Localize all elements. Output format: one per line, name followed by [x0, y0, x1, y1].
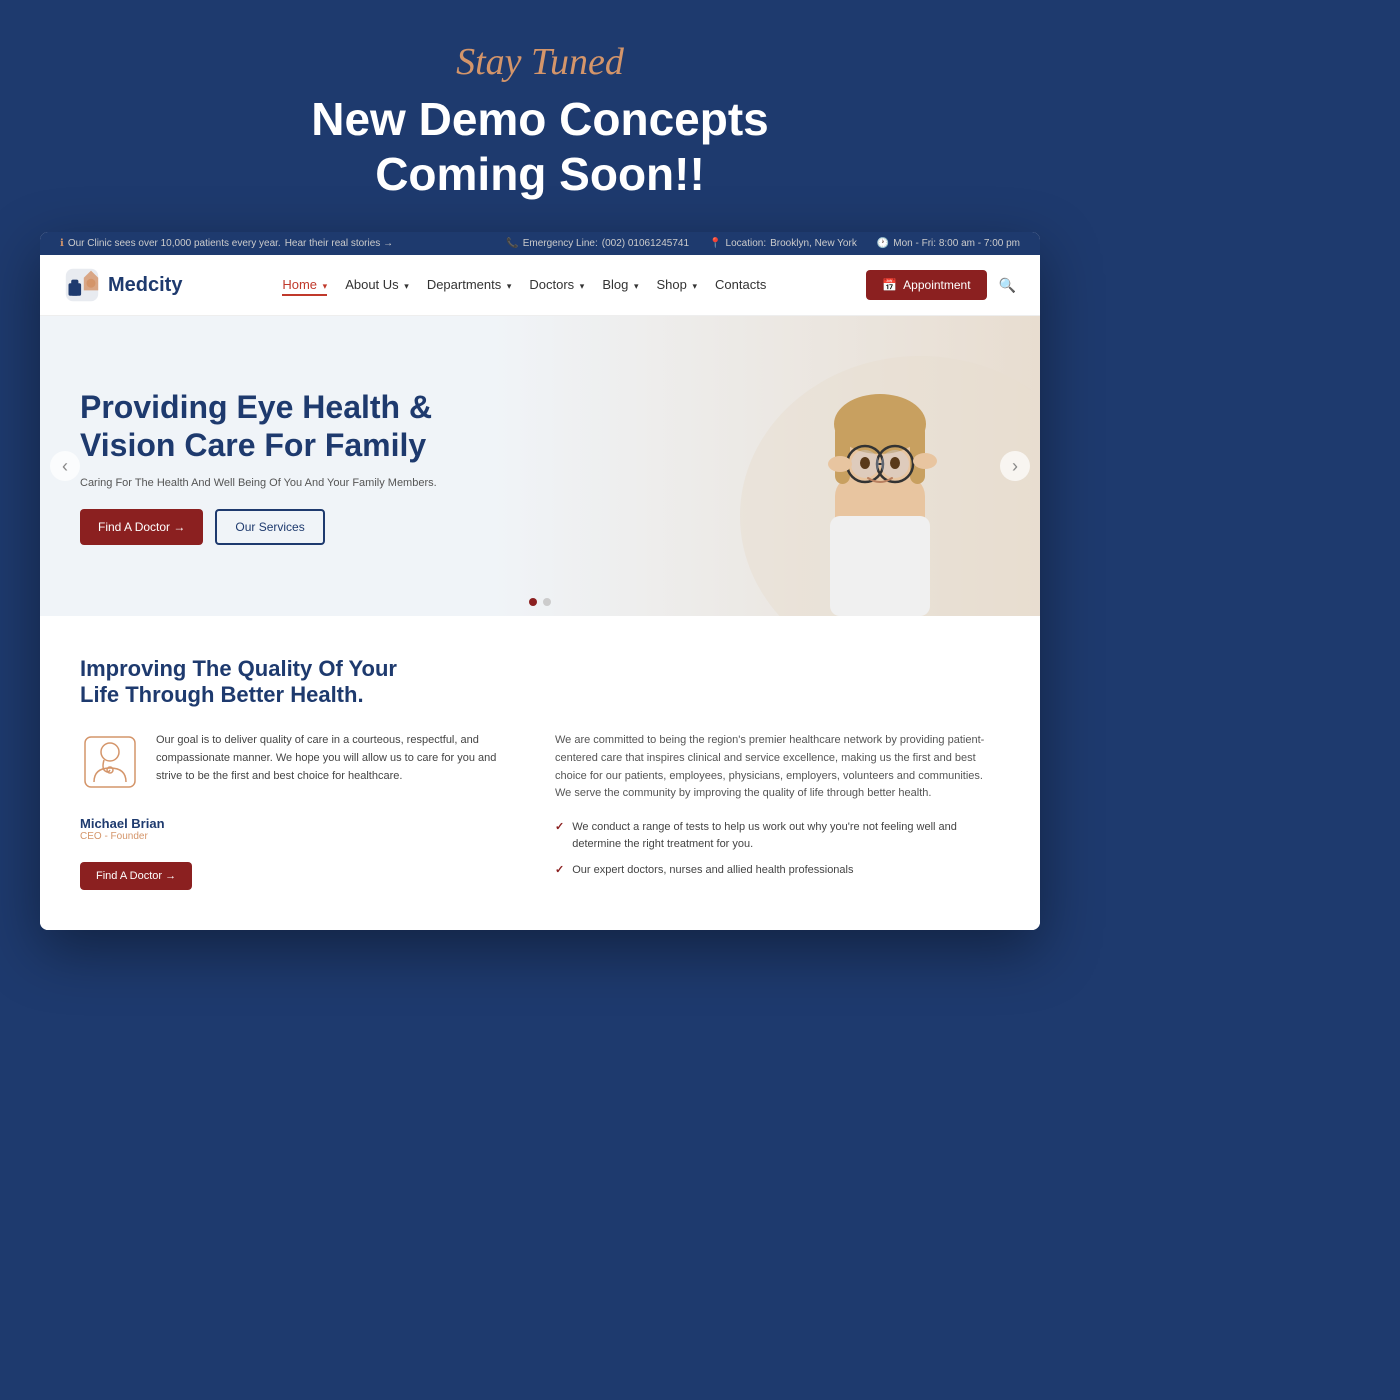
nav-item-about[interactable]: About Us ▾: [345, 276, 409, 294]
phone-icon: 📞: [506, 238, 518, 249]
outer-wrapper: Stay Tuned New Demo Concepts Coming Soon…: [0, 0, 1080, 970]
nav-item-blog[interactable]: Blog ▾: [602, 276, 638, 294]
logo[interactable]: Medcity: [64, 267, 182, 303]
hero-next-button[interactable]: ›: [1000, 451, 1030, 481]
main-nav: Home ▾ About Us ▾ Departments ▾ Doctors …: [282, 276, 766, 294]
about-heading: Improving The Quality Of Your Life Throu…: [80, 656, 1000, 708]
stay-tuned-text: Stay Tuned: [40, 40, 1040, 84]
our-services-hero-button[interactable]: Our Services: [215, 509, 324, 545]
about-right: We are committed to being the region's p…: [555, 732, 1000, 890]
nav-item-home[interactable]: Home ▾: [282, 276, 327, 294]
top-bar-left: ℹ Our Clinic sees over 10,000 patients e…: [60, 238, 393, 249]
check-items-list: We conduct a range of tests to help us w…: [555, 819, 1000, 880]
main-heading: New Demo Concepts Coming Soon!!: [40, 92, 1040, 202]
hero-illustration: [680, 316, 1040, 616]
hours-info: 🕐 Mon - Fri: 8:00 am - 7:00 pm: [877, 238, 1020, 249]
clock-icon: 🕐: [877, 238, 889, 249]
search-icon[interactable]: 🔍: [999, 277, 1016, 294]
about-left-top: Our goal is to deliver quality of care i…: [80, 732, 525, 792]
check-item-1: We conduct a range of tests to help us w…: [555, 819, 1000, 854]
ceo-name: Michael Brian: [80, 816, 525, 831]
hero-buttons: Find A Doctor → Our Services: [80, 509, 500, 545]
ceo-title: CEO - Founder: [80, 831, 525, 842]
about-description: Our goal is to deliver quality of care i…: [156, 732, 525, 785]
hear-text[interactable]: Hear their real stories →: [285, 238, 393, 249]
hero-section: ‹ Providing Eye Health & Vision Care For…: [40, 316, 1040, 616]
hero-tagline: Caring For The Health And Well Being Of …: [80, 477, 500, 489]
check-item-2: Our expert doctors, nurses and allied he…: [555, 862, 1000, 880]
about-right-description: We are committed to being the region's p…: [555, 732, 1000, 802]
location-info: 📍 Location: Brooklyn, New York: [709, 238, 857, 249]
carousel-dot-1[interactable]: [529, 598, 537, 606]
nav-item-doctors[interactable]: Doctors ▾: [529, 276, 584, 294]
nav-item-contacts[interactable]: Contacts: [715, 276, 766, 294]
doctor-icon: [80, 732, 140, 792]
emergency-info: 📞 Emergency Line: (002) 01061245741: [506, 238, 689, 249]
about-left: Our goal is to deliver quality of care i…: [80, 732, 525, 890]
announcement-section: Stay Tuned New Demo Concepts Coming Soon…: [40, 40, 1040, 202]
top-bar: ℹ Our Clinic sees over 10,000 patients e…: [40, 232, 1040, 255]
navbar: Medcity Home ▾ About Us ▾ Departments ▾ …: [40, 255, 1040, 316]
nav-right: 📅 Appointment 🔍: [866, 270, 1016, 300]
top-bar-right: 📞 Emergency Line: (002) 01061245741 📍 Lo…: [506, 238, 1020, 249]
nav-item-departments[interactable]: Departments ▾: [427, 276, 512, 294]
find-doctor-hero-button[interactable]: Find A Doctor →: [80, 509, 203, 545]
clinic-text: Our Clinic sees over 10,000 patients eve…: [68, 238, 281, 249]
location-icon: 📍: [709, 238, 721, 249]
calendar-icon: 📅: [882, 278, 897, 292]
hero-image-area: [680, 316, 1040, 616]
hero-heading: Providing Eye Health & Vision Care For F…: [80, 388, 500, 465]
find-doctor-about-button[interactable]: Find A Doctor →: [80, 862, 192, 890]
carousel-dot-2[interactable]: [543, 598, 551, 606]
hero-content: Providing Eye Health & Vision Care For F…: [40, 348, 540, 585]
website-mockup: ℹ Our Clinic sees over 10,000 patients e…: [40, 232, 1040, 930]
nav-item-shop[interactable]: Shop ▾: [657, 276, 698, 294]
about-section: Improving The Quality Of Your Life Throu…: [40, 616, 1040, 930]
about-grid: Our goal is to deliver quality of care i…: [80, 732, 1000, 890]
appointment-button[interactable]: 📅 Appointment: [866, 270, 986, 300]
ceo-info: Michael Brian CEO - Founder: [80, 816, 525, 842]
logo-text: Medcity: [108, 274, 182, 297]
